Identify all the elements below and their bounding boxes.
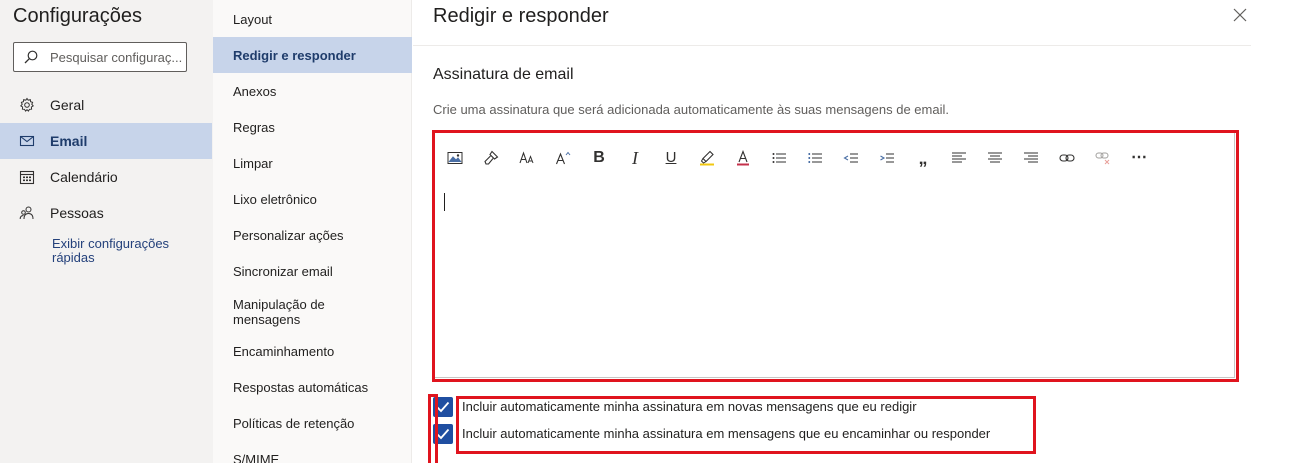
- nav-item-label: Calendário: [50, 169, 118, 185]
- quick-settings-line2: rápidas: [52, 250, 95, 265]
- settings-nav-pane: Configurações Pesquisar configuraç... Ge…: [0, 0, 213, 463]
- subnav-item-redigir-e-responder[interactable]: Redigir e responder: [213, 37, 412, 73]
- highlight-box-labels: [456, 396, 1036, 454]
- quick-settings-link[interactable]: Exibir configurações rápidas: [52, 237, 192, 265]
- nav-item-label: Pessoas: [50, 205, 104, 221]
- subnav-item-label: Personalizar ações: [233, 228, 344, 243]
- highlight-box-editor: [432, 130, 1239, 382]
- subnav-item-respostas-automaticas[interactable]: Respostas automáticas: [213, 369, 412, 405]
- subnav-item-label: Respostas automáticas: [233, 380, 369, 395]
- subnav-item-label: Encaminhamento: [233, 344, 335, 359]
- mail-icon: [19, 135, 35, 147]
- panel-title: Redigir e responder: [433, 5, 609, 27]
- subnav-item-anexos[interactable]: Anexos: [213, 73, 412, 109]
- check-icon: [436, 428, 450, 440]
- section-title: Assinatura de email: [433, 66, 574, 83]
- subnav-item-regras[interactable]: Regras: [213, 109, 412, 145]
- subnav-item-politicas-de-retencao[interactable]: Políticas de retenção: [213, 405, 412, 441]
- nav-item-label: Geral: [50, 97, 85, 113]
- subnav-item-label: Limpar: [233, 156, 273, 171]
- people-icon: [19, 206, 34, 220]
- subnav-item-smime[interactable]: S/MIME: [213, 441, 412, 463]
- header-divider: [413, 45, 1251, 46]
- subnav-item-lixo-eletronico[interactable]: Lixo eletrônico: [213, 181, 412, 217]
- subnav-item-label: Sincronizar email: [233, 264, 333, 279]
- subnav-item-manipulacao-de-mensagens[interactable]: Manipulação de mensagens: [213, 289, 412, 335]
- subnav-item-label: Manipulação de: [233, 297, 325, 312]
- subnav-item-limpar[interactable]: Limpar: [213, 145, 412, 181]
- nav-item-email[interactable]: Email: [0, 123, 212, 159]
- search-placeholder: Pesquisar configuraç...: [50, 50, 183, 65]
- subnav-item-sincronizar-email[interactable]: Sincronizar email: [213, 253, 412, 289]
- settings-title: Configurações: [13, 5, 142, 27]
- subnav-item-personalizar-acoes[interactable]: Personalizar ações: [213, 217, 412, 253]
- subnav-item-encaminhamento[interactable]: Encaminhamento: [213, 333, 412, 369]
- subnav-item-label: S/MIME: [233, 452, 280, 463]
- nav-item-pessoas[interactable]: Pessoas: [0, 195, 212, 231]
- subnav-item-label: Anexos: [233, 84, 277, 99]
- nav-item-label: Email: [50, 133, 88, 149]
- subnav-item-label: Lixo eletrônico: [233, 192, 317, 207]
- gear-icon: [20, 97, 34, 112]
- nav-item-calendario[interactable]: Calendário: [0, 159, 212, 195]
- subnav-item-label: Redigir e responder: [233, 48, 356, 63]
- highlight-box-checkboxes: [428, 394, 438, 463]
- subnav-item-label: Layout: [233, 12, 273, 27]
- check-icon: [436, 401, 450, 413]
- subnav-item-label: Regras: [233, 120, 275, 135]
- subnav-item-layout[interactable]: Layout: [213, 1, 412, 37]
- quick-settings-line1: Exibir configurações: [52, 236, 170, 251]
- search-icon: [24, 50, 38, 64]
- calendar-icon: [19, 170, 35, 185]
- search-settings-input[interactable]: Pesquisar configuraç...: [13, 42, 187, 72]
- email-settings-subnav: Layout Redigir e responder Anexos Regras…: [213, 0, 412, 463]
- section-description: Crie uma assinatura que será adicionada …: [433, 102, 949, 117]
- subnav-item-label: Políticas de retenção: [233, 416, 355, 431]
- subnav-item-label-line2: mensagens: [233, 312, 301, 327]
- nav-item-geral[interactable]: Geral: [0, 87, 212, 123]
- close-icon[interactable]: [1233, 8, 1247, 22]
